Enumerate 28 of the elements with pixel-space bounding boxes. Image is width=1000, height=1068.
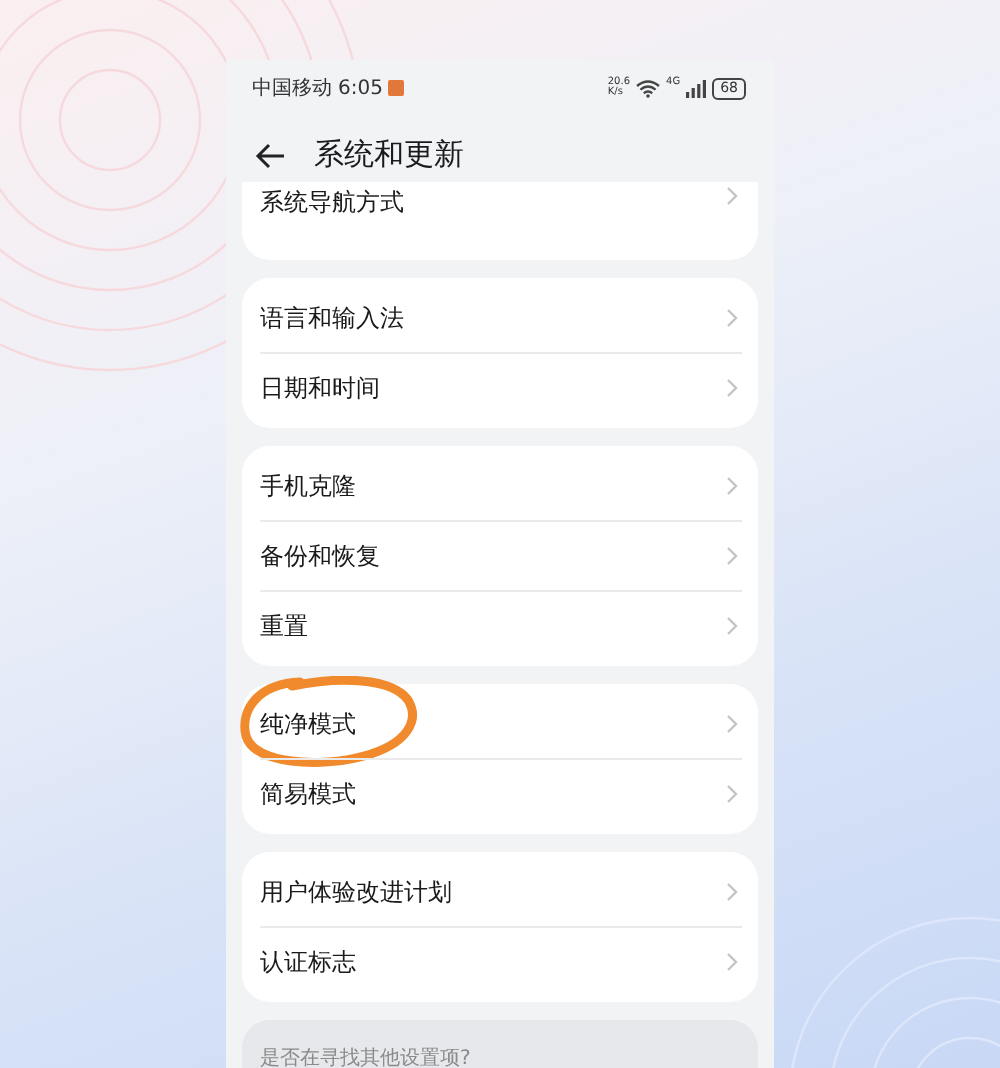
settings-item[interactable]: 系统导航方式 [260, 182, 742, 254]
chevron-icon [726, 186, 738, 206]
settings-item[interactable]: 日期和时间 [260, 352, 742, 422]
clock-time: 6:05 [338, 77, 383, 99]
page-title: 系统和更新 [314, 136, 464, 174]
settings-item[interactable]: 重置 [260, 590, 742, 660]
app-notification-icon [388, 80, 405, 96]
wifi-icon [636, 79, 661, 97]
carrier-name: 中国移动 [252, 75, 332, 102]
settings-item[interactable]: 手机克隆 [260, 452, 742, 520]
settings-item[interactable]: 语言和输入法 [260, 284, 742, 352]
settings-item[interactable]: 用户体验改进计划 [260, 858, 742, 926]
settings-item[interactable]: 认证标志 [260, 926, 742, 996]
chevron-icon [726, 882, 738, 902]
back-button[interactable] [254, 139, 290, 171]
chevron-icon [726, 616, 738, 636]
chevron-icon [726, 308, 738, 328]
signal-icon [686, 79, 707, 97]
chevron-icon [726, 378, 738, 398]
chevron-icon [726, 476, 738, 496]
settings-item[interactable]: 备份和恢复 [260, 520, 742, 590]
settings-item[interactable]: 纯净模式 [260, 690, 742, 758]
hint-text: 是否在寻找其他设置项? [260, 1048, 471, 1068]
chevron-icon [726, 546, 738, 566]
chevron-icon [726, 714, 738, 734]
settings-item[interactable]: 简易模式 [260, 758, 742, 828]
chevron-icon [726, 784, 738, 804]
chevron-icon [726, 952, 738, 972]
